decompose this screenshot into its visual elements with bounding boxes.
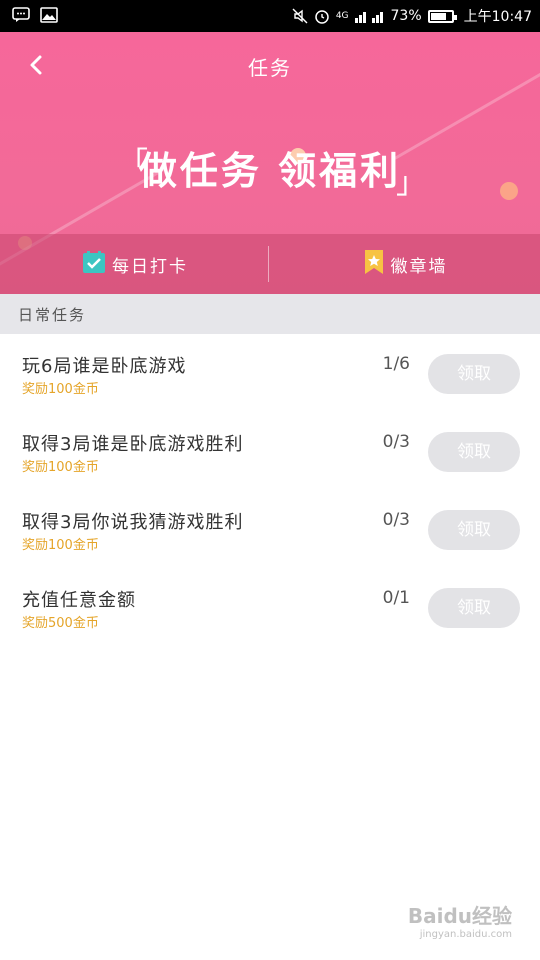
claim-button[interactable]: 领取 [428,510,520,550]
task-row: 充值任意金额 奖励500金币 0/1 领取 [0,568,540,646]
task-progress: 0/3 [382,432,410,452]
network-label: 4G [335,11,349,21]
watermark-url: jingyan.baidu.com [419,929,512,940]
task-reward: 奖励100金币 [22,460,99,475]
task-progress: 1/6 [382,354,410,374]
image-icon [40,7,58,23]
task-reward: 奖励500金币 [22,616,99,631]
tab-daily-checkin[interactable]: 每日打卡 [0,234,270,294]
task-progress: 0/3 [382,510,410,530]
alarm-icon [314,8,330,24]
battery-fill [430,12,446,20]
section-header: 日常任务 [0,294,540,334]
header-banner: 任务 「 做任务 领福利 」 每日打卡 徽章墙 [0,32,540,294]
checkin-icon [82,250,106,279]
mute-icon [292,8,308,24]
tab-badge-wall[interactable]: 徽章墙 [270,234,540,294]
status-bar: 4G 73% 上午10:47 [0,0,540,32]
task-name: 玩6局谁是卧底游戏 [22,356,187,377]
clock: 上午10:47 [463,9,532,25]
task-name: 取得3局你说我猜游戏胜利 [22,512,244,533]
task-progress: 0/1 [382,588,410,608]
battery-icon [427,9,457,23]
claim-button[interactable]: 领取 [428,588,520,628]
task-reward: 奖励100金币 [22,382,99,397]
task-name: 取得3局谁是卧底游戏胜利 [22,434,244,455]
battery-text: 73% [390,8,422,24]
task-row: 取得3局谁是卧底游戏胜利 奖励100金币 0/3 领取 [0,412,540,490]
signal-icon [354,9,385,23]
page-title: 任务 [248,56,292,80]
claim-button[interactable]: 领取 [428,354,520,394]
section-title: 日常任务 [18,306,87,324]
tab-bar: 每日打卡 徽章墙 [0,234,540,294]
bracket-right: 」 [396,166,429,201]
banner-slogan: 「 做任务 领福利 」 [0,140,540,201]
banner-text: 做任务 领福利 [138,149,402,193]
tab-label: 徽章墙 [390,256,448,277]
claim-button[interactable]: 领取 [428,432,520,472]
message-icon [12,7,30,23]
task-reward: 奖励100金币 [22,538,99,553]
badge-icon [363,249,385,280]
watermark: Baidu经验 jingyan.baidu.com [408,900,512,940]
task-row: 取得3局你说我猜游戏胜利 奖励100金币 0/3 领取 [0,490,540,568]
tab-label: 每日打卡 [112,256,188,277]
tab-divider [268,246,269,282]
watermark-brand: Baidu经验 [407,904,512,928]
bracket-left: 「 [118,146,151,181]
task-name: 充值任意金额 [22,590,136,611]
task-row: 玩6局谁是卧底游戏 奖励100金币 1/6 领取 [0,334,540,412]
